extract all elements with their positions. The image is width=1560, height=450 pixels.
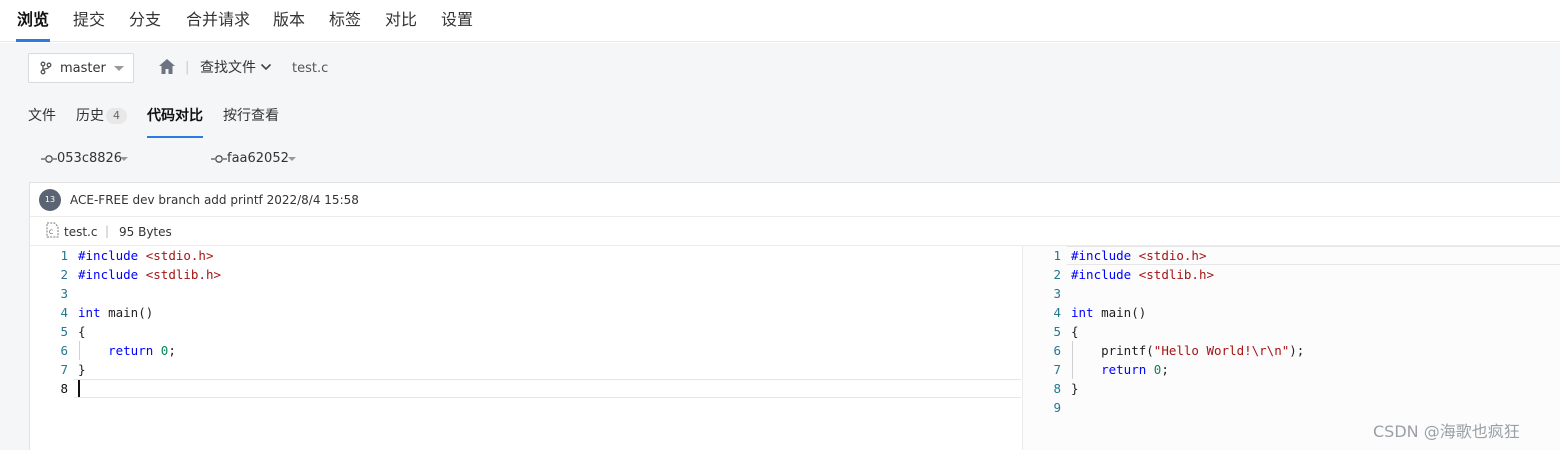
code-line: 8} — [1053, 381, 1079, 396]
code-line: 6 printf("Hello World!\r\n"); — [1053, 343, 1305, 358]
watermark: CSDN @海歌也疯狂 — [1373, 422, 1520, 441]
active-tab-indicator — [16, 39, 50, 42]
chevron-down-icon[interactable] — [260, 63, 272, 71]
text-cursor — [78, 380, 80, 397]
commit-info-row: 13 ACE-FREE dev branch add printf 2022/8… — [30, 183, 1560, 217]
diff-panel: 13 ACE-FREE dev branch add printf 2022/8… — [29, 182, 1560, 450]
left-commit-hash: 053c8826 — [57, 151, 123, 166]
avatar[interactable]: 13 — [39, 189, 61, 211]
code-line: 1 #include <stdio.h> — [60, 248, 214, 263]
tab-compare[interactable]: 对比 — [385, 9, 417, 31]
subtab-blame[interactable]: 按行查看 — [223, 106, 279, 126]
tab-tags[interactable]: 标签 — [329, 9, 361, 31]
tab-releases[interactable]: 版本 — [273, 9, 305, 31]
code-line: 3 — [60, 286, 68, 301]
code-line: 7 return 0; — [1053, 362, 1169, 377]
c-file-icon: C — [46, 222, 59, 238]
tab-commits[interactable]: 提交 — [73, 9, 105, 31]
subtab-indicator — [147, 136, 203, 138]
code-line: 4 int main() — [60, 305, 154, 320]
breadcrumb-file: test.c — [292, 61, 329, 76]
code-line: 3 — [1053, 286, 1061, 301]
branch-icon — [40, 61, 52, 75]
right-code-pane[interactable]: 1 #include <stdio.h> 2 #include <stdlib.h>… — [1022, 246, 1560, 450]
code-line: 7} — [60, 362, 86, 377]
code-line: 5{ — [1053, 324, 1079, 339]
code-line: 1 #include <stdio.h> — [1053, 248, 1207, 263]
commit-icon — [41, 155, 57, 163]
history-count-badge: 4 — [106, 108, 127, 124]
code-line: 9 — [1053, 400, 1061, 415]
file-info-row: C test.c | 95 Bytes — [30, 217, 1560, 246]
caret-down-icon — [120, 157, 128, 161]
subtab-code-compare[interactable]: 代码对比 — [147, 106, 203, 126]
left-commit-selector[interactable]: 053c8826 — [41, 150, 131, 170]
caret-down-icon — [114, 66, 124, 71]
file-name: test.c — [64, 225, 98, 239]
file-info-separator: | — [105, 224, 110, 238]
code-line: 8 — [60, 381, 68, 396]
commit-icon — [211, 155, 227, 163]
left-code-pane[interactable]: 1 #include <stdio.h> 2 #include <stdlib.h>… — [30, 246, 1021, 450]
code-line: 2 #include <stdlib.h> — [1053, 267, 1215, 282]
tab-browse[interactable]: 浏览 — [17, 9, 49, 31]
breadcrumb-separator: | — [185, 60, 190, 75]
commit-message[interactable]: ACE-FREE dev branch add printf 2022/8/4 … — [70, 192, 359, 208]
caret-down-icon — [288, 157, 296, 161]
svg-text:C: C — [49, 229, 53, 236]
tab-branches[interactable]: 分支 — [129, 9, 161, 31]
tab-settings[interactable]: 设置 — [441, 9, 473, 31]
top-nav: 浏览 提交 分支 合并请求 版本 标签 对比 设置 — [0, 0, 1560, 42]
tab-merge-requests[interactable]: 合并请求 — [186, 9, 250, 31]
code-line: 2 #include <stdlib.h> — [60, 267, 222, 282]
home-icon[interactable] — [158, 58, 176, 75]
code-line: 6 return 0; — [60, 343, 176, 358]
right-commit-hash: faa62052 — [227, 151, 289, 166]
code-line: 4 int main() — [1053, 305, 1147, 320]
find-file-button[interactable]: 查找文件 — [200, 58, 256, 78]
subtab-history[interactable]: 历史 — [76, 106, 104, 126]
branch-label: master — [60, 61, 106, 76]
branch-selector[interactable]: master — [28, 53, 134, 83]
subtab-files[interactable]: 文件 — [28, 106, 56, 126]
code-line: 5{ — [60, 324, 86, 339]
right-commit-selector[interactable]: faa62052 — [211, 150, 301, 170]
file-size: 95 Bytes — [119, 225, 172, 239]
